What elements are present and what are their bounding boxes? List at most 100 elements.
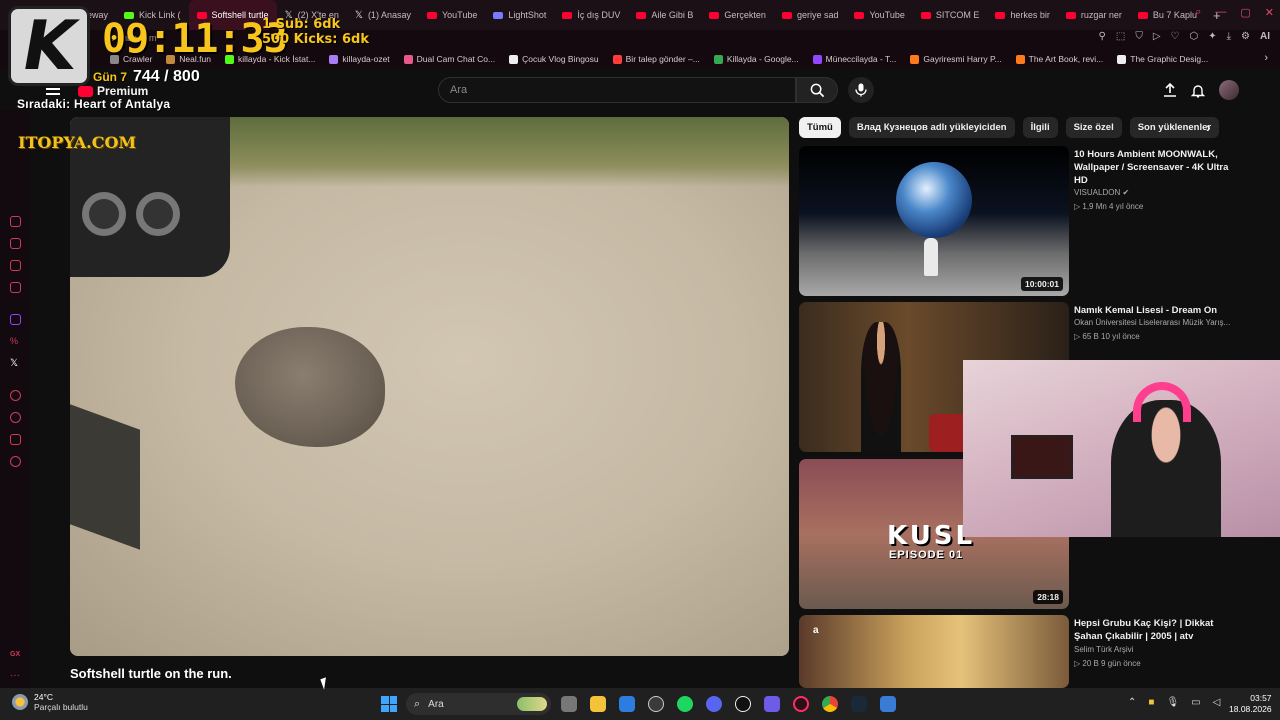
- bookmark-item[interactable]: The Graphic Desig...: [1117, 54, 1208, 64]
- browser-tab[interactable]: 𝕏 (1) Anasay: [347, 0, 419, 30]
- pin-icon[interactable]: ⚲: [1099, 31, 1106, 42]
- search-input[interactable]: Ara: [438, 77, 796, 103]
- steam-icon[interactable]: [851, 696, 867, 712]
- discord-icon[interactable]: [706, 696, 722, 712]
- video-player-icon[interactable]: [10, 282, 21, 293]
- tray-app-icon[interactable]: ■: [1148, 697, 1154, 708]
- browser-tab[interactable]: Aile Gibi B: [628, 0, 701, 30]
- settings-icon[interactable]: ⚙: [1241, 31, 1250, 42]
- gx-corner-icon[interactable]: [10, 260, 21, 271]
- browser-tab[interactable]: herkes bir: [987, 0, 1058, 30]
- microphone-icon[interactable]: 🎙: [1166, 697, 1179, 708]
- bookmark-item[interactable]: Bir talep gönder –...: [612, 54, 700, 64]
- youtube-logo[interactable]: Premium: [78, 84, 148, 98]
- windows-start-icon[interactable]: [381, 696, 397, 712]
- tab-label: herkes bir: [1010, 10, 1050, 20]
- channel-name[interactable]: VISUALDON ✔: [1074, 188, 1129, 197]
- filter-chip[interactable]: Size özel: [1065, 117, 1122, 138]
- browser-tab[interactable]: geriye sad: [774, 0, 847, 30]
- app-g-icon[interactable]: [735, 696, 751, 712]
- download-icon[interactable]: ⤓: [1227, 31, 1231, 42]
- browser-tab[interactable]: Bu 7 Kaplu: [1130, 0, 1205, 30]
- recommendation-item[interactable]: 10:00:01 10 Hours Ambient MOONWALK, Wall…: [799, 146, 1269, 296]
- x-icon[interactable]: 𝕏: [10, 358, 21, 369]
- close-icon[interactable]: ✕: [1265, 6, 1274, 19]
- bookmark-favicon-icon: [1117, 54, 1127, 64]
- history-icon[interactable]: [10, 412, 21, 423]
- minimize-icon[interactable]: —: [1215, 6, 1226, 19]
- youtube-icon: [995, 11, 1006, 19]
- twitch-icon[interactable]: [10, 314, 21, 325]
- app-grid-icon[interactable]: [764, 696, 780, 712]
- shield-icon[interactable]: ⛉: [1135, 31, 1143, 42]
- filter-chip[interactable]: İlgili: [1022, 117, 1058, 138]
- puzzle-icon[interactable]: ✦: [1208, 31, 1216, 42]
- bookmark-item[interactable]: Müneccilayda - T...: [812, 54, 896, 64]
- clock[interactable]: 03:57 18.08.2026: [1229, 693, 1272, 715]
- speed-dial-icon[interactable]: [10, 216, 21, 227]
- more-icon[interactable]: ···: [10, 670, 20, 681]
- tray-overflow-icon[interactable]: ⌃: [1128, 697, 1136, 708]
- opera-gx-icon[interactable]: [793, 696, 809, 712]
- bookmark-item[interactable]: killayda-ozet: [329, 54, 390, 64]
- bookmark-item[interactable]: The Art Book, revi...: [1015, 54, 1103, 64]
- filter-chip[interactable]: Tümü: [799, 117, 841, 138]
- channel-name[interactable]: Okan Üniversitesi Liselerarası Müzik Yar…: [1074, 318, 1230, 327]
- upload-icon[interactable]: [1163, 82, 1177, 98]
- bookmark-item[interactable]: Gayriresmi Harry P...: [910, 54, 1002, 64]
- chrome-icon[interactable]: [822, 696, 838, 712]
- notifications-bell-icon[interactable]: [1191, 83, 1205, 98]
- cube-icon[interactable]: ⬡: [1189, 31, 1198, 42]
- spotify-icon[interactable]: [677, 696, 693, 712]
- heart-icon[interactable]: ♡: [1171, 31, 1180, 42]
- youtube-icon: [562, 11, 573, 19]
- notepad-icon[interactable]: [880, 696, 896, 712]
- bookmark-item[interactable]: Killayda - Google...: [713, 54, 799, 64]
- taskbar-search[interactable]: ⌕ Ara: [406, 693, 551, 715]
- browser-tab[interactable]: İç dış DUV: [554, 0, 628, 30]
- extensions-icon[interactable]: [10, 434, 21, 445]
- browser-sidebar: % 𝕏 GX ···: [0, 110, 30, 690]
- file-explorer-icon[interactable]: [590, 696, 606, 712]
- recommendation-title[interactable]: 10 Hours Ambient MOONWALK, Wallpaper / S…: [1074, 148, 1244, 187]
- search-tabs-icon[interactable]: ⌕: [1195, 6, 1201, 19]
- weather-widget[interactable]: 24°C Parçalı bulutlu: [12, 692, 88, 712]
- network-icon[interactable]: ▭: [1191, 697, 1200, 708]
- search-button[interactable]: [796, 77, 838, 103]
- browser-tab[interactable]: Gerçekten: [701, 0, 774, 30]
- system-tray: ⌃ ■ 🎙 ▭ ◁: [1128, 697, 1220, 708]
- browser-tab[interactable]: SITCOM E: [913, 0, 988, 30]
- browser-tab[interactable]: ruzgar ner: [1058, 0, 1130, 30]
- avatar[interactable]: [1219, 80, 1239, 100]
- maximize-icon[interactable]: ▢: [1240, 6, 1250, 19]
- player-icon[interactable]: [10, 390, 21, 401]
- bag-icon[interactable]: [10, 238, 21, 249]
- video-shadow: [70, 404, 140, 550]
- mail-icon[interactable]: [619, 696, 635, 712]
- play-icon[interactable]: ▷: [1153, 31, 1161, 42]
- video-player[interactable]: [70, 117, 789, 656]
- percent-icon[interactable]: %: [10, 336, 21, 347]
- bookmarks-more-icon[interactable]: ›: [1264, 52, 1268, 64]
- recommendation-title[interactable]: Hepsi Grubu Kaç Kişi? | Dikkat Şahan Çık…: [1074, 617, 1244, 643]
- thumbnail[interactable]: 10:00:01: [799, 146, 1069, 296]
- bookmark-item[interactable]: Dual Cam Chat Co...: [403, 54, 495, 64]
- browser-tab[interactable]: LightShot: [485, 0, 554, 30]
- volume-icon[interactable]: ◁: [1213, 697, 1221, 708]
- task-view-icon[interactable]: [561, 696, 577, 712]
- settings-icon[interactable]: [10, 456, 21, 467]
- app-circle-icon[interactable]: [648, 696, 664, 712]
- thumbnail[interactable]: a: [799, 615, 1069, 688]
- weather-temp: 24°C: [34, 692, 53, 702]
- screenshot-icon[interactable]: ⬚: [1116, 31, 1125, 42]
- chips-next-icon[interactable]: ›: [1206, 119, 1211, 135]
- channel-name[interactable]: Selim Türk Arşivi: [1074, 645, 1133, 654]
- recommendation-item[interactable]: a Hepsi Grubu Kaç Kişi? | Dikkat Şahan Ç…: [799, 615, 1269, 688]
- browser-tab[interactable]: YouTube: [846, 0, 912, 30]
- bookmark-item[interactable]: Çocuk Vlog Bingosu: [509, 54, 599, 64]
- browser-tab[interactable]: YouTube: [419, 0, 485, 30]
- voice-search-button[interactable]: [848, 77, 874, 103]
- recommendation-title[interactable]: Namık Kemal Lisesi - Dream On: [1074, 304, 1244, 317]
- filter-chip[interactable]: Влад Кузнецов adlı yükleyiciden: [848, 117, 1015, 138]
- ai-button[interactable]: AI: [1260, 31, 1270, 42]
